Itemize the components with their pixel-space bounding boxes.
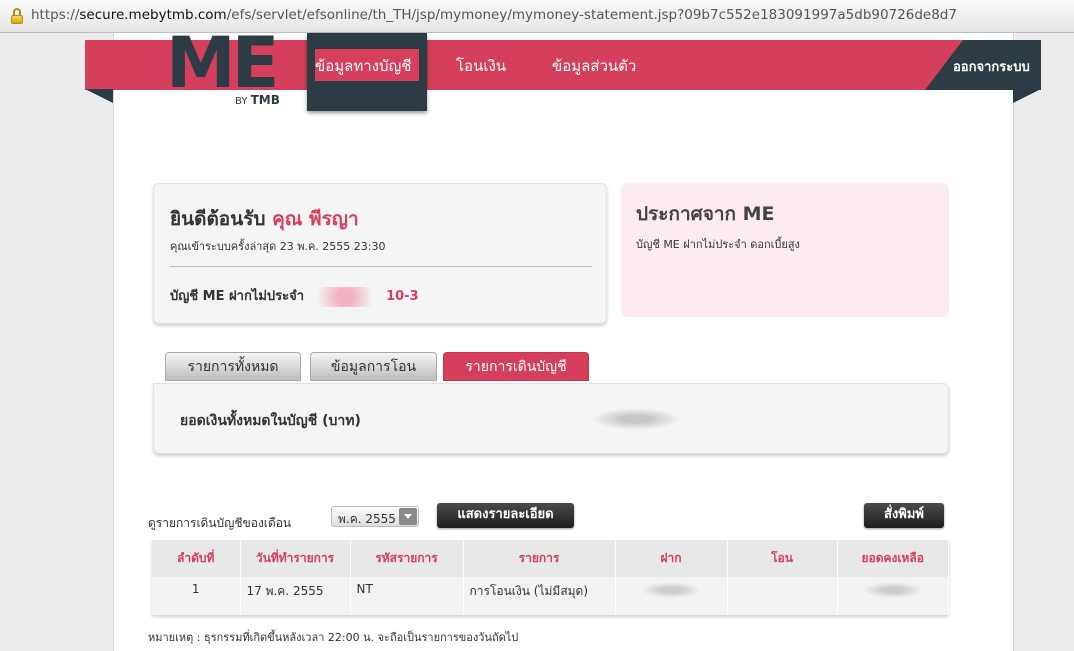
divider (170, 266, 592, 267)
print-button[interactable]: สั่งพิมพ์ (864, 503, 944, 528)
welcome-greeting: ยินดีต้อนรับ (170, 208, 266, 230)
welcome-title: ยินดีต้อนรับ คุณ พีรญา (170, 204, 359, 234)
tab-statement[interactable]: รายการเดินบัญชี (443, 352, 589, 381)
logo-by: BY (235, 96, 248, 107)
chevron-down-icon (399, 508, 417, 525)
header-right-fold (1013, 89, 1041, 103)
nav-personal-info[interactable]: ข้อมูลส่วนตัว (552, 54, 636, 78)
url-host: secure.mebytmb.com (79, 7, 227, 23)
tab-all-transactions[interactable]: รายการทั้งหมด (165, 352, 301, 381)
masked-account-number (306, 286, 385, 307)
account-suffix: 10-3 (386, 289, 419, 304)
account-label: บัญชี ME ฝากไม่ประจำ (170, 289, 305, 304)
cell-date: 17 พ.ค. 2555 (240, 577, 351, 615)
announcement-body[interactable]: บัญชี ME ฝากไม่ประจำ ดอกเบี้ยสูง (636, 235, 800, 253)
balance-label: ยอดเงินทั้งหมดในบัญชี (บาท) (180, 413, 361, 429)
nav-account-info[interactable]: ข้อมูลทางบัญชี (315, 54, 411, 78)
cell-transfer (727, 577, 838, 615)
month-select-value: พ.ค. 2555 (338, 512, 396, 526)
balance-panel: ยอดเงินทั้งหมดในบัญชี (บาท) (153, 383, 949, 454)
col-no: ลำดับที่ (152, 540, 241, 577)
logout-link[interactable]: ออกจากระบบ (953, 56, 1030, 77)
announcement-card: ประกาศจาก ME บัญชี ME ฝากไม่ประจำ ดอกเบี… (621, 183, 949, 317)
table-row: 1 17 พ.ค. 2555 NT การโอนเงิน (ไม่มีสมุด) (152, 577, 949, 615)
last-login: คุณเข้าระบบครั้งล่าสุด 23 พ.ค. 2555 23:3… (170, 240, 386, 253)
logo-mark: ME (166, 22, 280, 104)
masked-balance-value (592, 408, 680, 430)
account-line: บัญชี ME ฝากไม่ประจำ 10-3 (170, 285, 419, 307)
month-select[interactable]: พ.ค. 2555 (331, 506, 419, 527)
cell-deposit (615, 577, 728, 615)
announcement-title: ประกาศจาก ME (636, 203, 775, 225)
cell-description: การโอนเงิน (ไม่มีสมุด) (463, 577, 616, 615)
welcome-card: ยินดีต้อนรับ คุณ พีรญา คุณเข้าระบบครั้งล… (153, 183, 607, 324)
logo-byline: BY TMB (235, 93, 280, 107)
col-transfer: โอน (727, 540, 838, 577)
url-text[interactable]: https://secure.mebytmb.com/efs/servlet/e… (31, 7, 957, 23)
lock-icon (10, 8, 24, 24)
cell-code: NT (350, 577, 464, 615)
nav-transfer[interactable]: โอนเงิน (456, 54, 506, 78)
col-description: รายการ (463, 540, 616, 577)
logo-brand: TMB (250, 93, 280, 107)
show-details-button[interactable]: แสดงรายละเอียด (437, 503, 574, 528)
tab-transfer-info[interactable]: ข้อมูลการโอน (310, 352, 437, 381)
col-code: รหัสรายการ (350, 540, 464, 577)
user-name: คุณ พีรญา (272, 208, 359, 230)
address-bar[interactable]: https://secure.mebytmb.com/efs/servlet/e… (0, 0, 1074, 33)
me-logo[interactable]: ME BY TMB (163, 22, 285, 111)
header-left-fold (85, 89, 113, 103)
statement-table: ลำดับที่ วันที่ทำรายการ รหัสรายการ รายกา… (152, 540, 949, 615)
browser-window: https://secure.mebytmb.com/efs/servlet/e… (0, 0, 1074, 651)
url-scheme: https:// (31, 7, 80, 23)
col-deposit: ฝาก (615, 540, 728, 577)
masked-deposit (641, 582, 701, 598)
url-path: /efs/servlet/efsonline/th_TH/jsp/mymoney… (226, 7, 957, 23)
remark-note: หมายเหตุ : ธุรกรรมที่เกิดขึ้นหลังเวลา 22… (148, 631, 519, 644)
cell-balance (837, 577, 949, 615)
table-header-row: ลำดับที่ วันที่ทำรายการ รหัสรายการ รายกา… (152, 540, 949, 577)
col-date: วันที่ทำรายการ (240, 540, 351, 577)
cell-no: 1 (152, 577, 241, 615)
masked-balance (862, 582, 923, 598)
month-label: ดูรายการเดินบัญชีของเดือน (148, 516, 292, 530)
col-balance: ยอดคงเหลือ (837, 540, 949, 577)
